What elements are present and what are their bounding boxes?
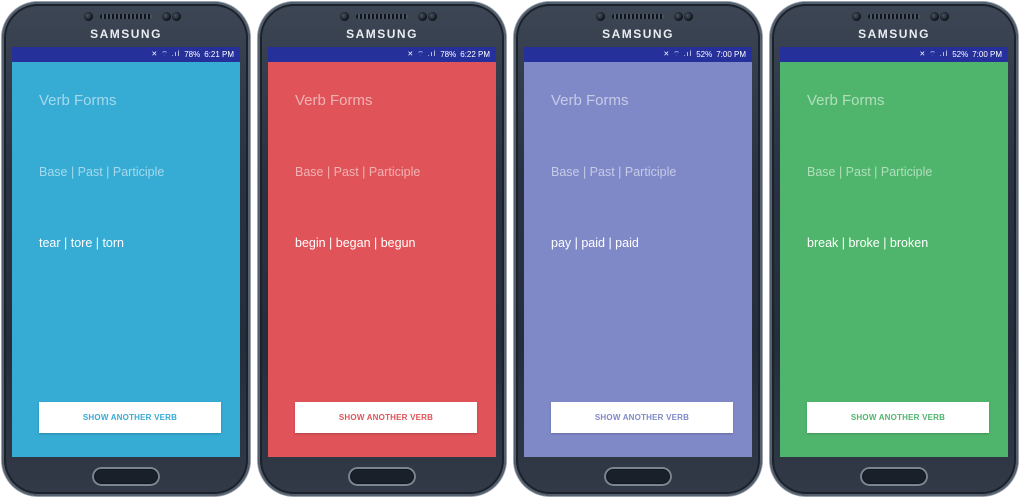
home-button[interactable] (348, 467, 416, 486)
status-bar: ✕ ⌔ .ıl 78% 6:21 PM (12, 47, 240, 62)
clock: 7:00 PM (716, 50, 746, 59)
speaker-grille (612, 14, 664, 19)
phone-pay: SAMSUNG ✕ ⌔ .ıl 52% 7:00 PM Verb Forms B… (514, 2, 762, 496)
app-body: Verb Forms Base | Past | Participle begi… (268, 62, 496, 457)
verb-forms: tear | tore | torn (39, 236, 125, 250)
show-another-verb-button[interactable]: SHOW ANOTHER VERB (295, 402, 477, 433)
speaker-grille (100, 14, 152, 19)
clock: 7:00 PM (972, 50, 1002, 59)
status-icons: ✕ ⌔ .ıl (151, 51, 181, 58)
sensor-icon (684, 12, 693, 21)
status-icons: ✕ ⌔ .ıl (407, 51, 437, 58)
speaker-grille (356, 14, 408, 19)
speaker-grille (868, 14, 920, 19)
sensor-icon (162, 12, 171, 21)
sensor-icon (172, 12, 181, 21)
forms-header: Base | Past | Participle (295, 165, 421, 179)
front-camera-icon (596, 12, 605, 21)
battery-level: 52% (696, 50, 713, 59)
phone-tear: SAMSUNG ✕ ⌔ .ıl 78% 6:21 PM Verb Forms B… (2, 2, 250, 496)
show-another-verb-button[interactable]: SHOW ANOTHER VERB (551, 402, 733, 433)
screen: ✕ ⌔ .ıl 78% 6:21 PM Verb Forms Base | Pa… (12, 47, 240, 457)
verb-forms: begin | began | begun (295, 236, 416, 250)
clock: 6:22 PM (460, 50, 490, 59)
status-bar: ✕ ⌔ .ıl 52% 7:00 PM (780, 47, 1008, 62)
battery-level: 78% (184, 50, 201, 59)
brand-logo: SAMSUNG (90, 27, 162, 41)
battery-level: 52% (952, 50, 969, 59)
forms-header: Base | Past | Participle (551, 165, 677, 179)
home-button[interactable] (604, 467, 672, 486)
verb-forms: pay | paid | paid (551, 236, 639, 250)
app-body: Verb Forms Base | Past | Participle pay … (524, 62, 752, 457)
app-body: Verb Forms Base | Past | Participle brea… (780, 62, 1008, 457)
sensor-icon (428, 12, 437, 21)
brand-logo: SAMSUNG (346, 27, 418, 41)
status-icons: ✕ ⌔ .ıl (663, 51, 693, 58)
brand-logo: SAMSUNG (858, 27, 930, 41)
sensor-icon (418, 12, 427, 21)
status-bar: ✕ ⌔ .ıl 78% 6:22 PM (268, 47, 496, 62)
app-title: Verb Forms (807, 92, 885, 109)
app-body: Verb Forms Base | Past | Participle tear… (12, 62, 240, 457)
show-another-verb-button[interactable]: SHOW ANOTHER VERB (39, 402, 221, 433)
app-title: Verb Forms (39, 92, 117, 109)
verb-forms: break | broke | broken (807, 236, 929, 250)
show-another-verb-button[interactable]: SHOW ANOTHER VERB (807, 402, 989, 433)
status-bar: ✕ ⌔ .ıl 52% 7:00 PM (524, 47, 752, 62)
front-camera-icon (340, 12, 349, 21)
sensor-icon (940, 12, 949, 21)
forms-header: Base | Past | Participle (807, 165, 933, 179)
sensor-icon (674, 12, 683, 21)
forms-header: Base | Past | Participle (39, 165, 165, 179)
phone-begin: SAMSUNG ✕ ⌔ .ıl 78% 6:22 PM Verb Forms B… (258, 2, 506, 496)
front-camera-icon (852, 12, 861, 21)
screen: ✕ ⌔ .ıl 78% 6:22 PM Verb Forms Base | Pa… (268, 47, 496, 457)
screen: ✕ ⌔ .ıl 52% 7:00 PM Verb Forms Base | Pa… (780, 47, 1008, 457)
sensor-icon (930, 12, 939, 21)
app-title: Verb Forms (295, 92, 373, 109)
status-icons: ✕ ⌔ .ıl (919, 51, 949, 58)
screen: ✕ ⌔ .ıl 52% 7:00 PM Verb Forms Base | Pa… (524, 47, 752, 457)
battery-level: 78% (440, 50, 457, 59)
phone-break: SAMSUNG ✕ ⌔ .ıl 52% 7:00 PM Verb Forms B… (770, 2, 1018, 496)
app-title: Verb Forms (551, 92, 629, 109)
home-button[interactable] (860, 467, 928, 486)
brand-logo: SAMSUNG (602, 27, 674, 41)
clock: 6:21 PM (204, 50, 234, 59)
front-camera-icon (84, 12, 93, 21)
home-button[interactable] (92, 467, 160, 486)
